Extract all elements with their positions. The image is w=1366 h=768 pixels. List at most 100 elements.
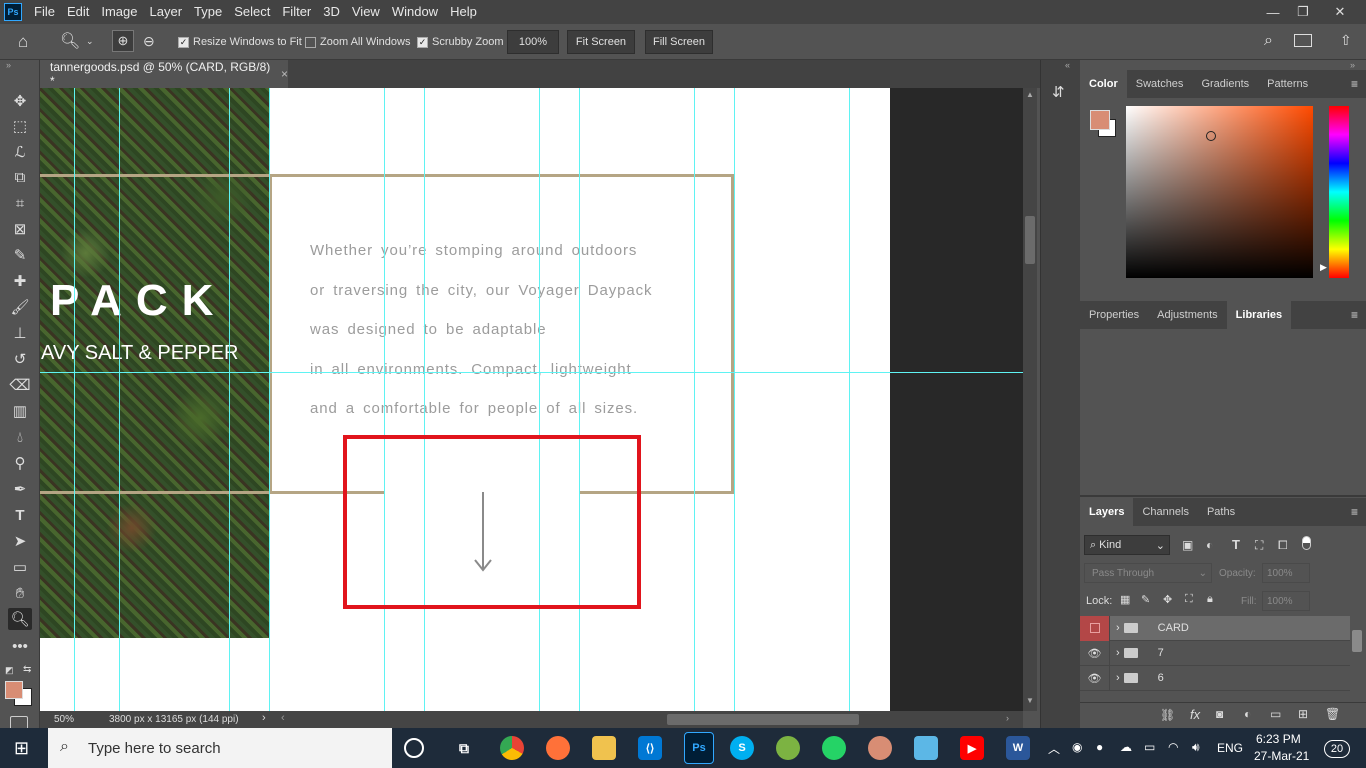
status-menu-chevron-icon[interactable]: › [262,712,266,724]
menu-help[interactable]: Help [444,0,483,24]
new-layer-icon[interactable]: ⊞ [1298,707,1308,721]
hue-slider[interactable] [1329,106,1349,278]
swap-colors-icon[interactable]: ⇆ [23,664,31,675]
pen-tool-icon[interactable]: ✒ [8,478,32,500]
expand-panels-icon[interactable]: « [1065,60,1070,70]
panel-menu-icon[interactable]: ≡ [1351,498,1366,526]
paint-icon[interactable] [868,736,892,760]
canvas-area[interactable]: PACK AVY SALT & PEPPER Whether you’re st… [40,88,1023,711]
eye-icon[interactable]: 👁︎ [1080,640,1110,666]
tab-properties[interactable]: Properties [1080,301,1148,329]
layer-name[interactable]: CARD [1158,622,1189,634]
dodge-tool-icon[interactable]: ⚲ [8,452,32,474]
wifi-icon[interactable]: ◠ [1168,740,1178,754]
lasso-tool-icon[interactable]: ℒ [8,141,32,163]
fx-icon[interactable]: fx [1190,707,1200,722]
collapse-icon[interactable]: » [6,60,11,70]
link-layers-icon[interactable]: ⛓ [1160,708,1175,722]
notes-icon[interactable] [914,736,938,760]
vertical-scrollbar[interactable]: ▲ ▼ [1023,88,1037,711]
tab-channels[interactable]: Channels [1133,498,1197,526]
lock-position-icon[interactable]: ✥ [1163,593,1172,606]
type-layer-filter-icon[interactable]: T [1232,537,1240,552]
color-picker-cursor[interactable] [1206,131,1216,141]
battery-icon[interactable]: ▭ [1144,740,1155,754]
chevron-down-icon[interactable]: ⌄ [86,36,94,47]
expand-chevron-icon[interactable]: › [1116,622,1120,634]
whatsapp-icon[interactable] [822,736,846,760]
opacity-field[interactable]: 100% [1262,563,1310,583]
menu-filter[interactable]: Filter [276,0,317,24]
scroll-right-icon[interactable]: › [1006,713,1009,723]
rectangle-tool-icon[interactable]: ▭ [8,556,32,578]
layer-row-7[interactable]: 👁︎ › 7 [1080,640,1350,666]
blend-mode-select[interactable]: Pass Through ⌄ [1084,563,1212,583]
color-field[interactable] [1126,106,1313,278]
close-button[interactable]: ✕ [1325,0,1355,24]
smart-object-filter-icon[interactable]: ⧠ [1278,538,1288,553]
vscode-icon[interactable]: ⟨⟩ [638,736,662,760]
tab-color[interactable]: Color [1080,70,1127,98]
zoom-value-field[interactable]: 100% [507,30,559,54]
healing-brush-tool-icon[interactable]: ✚ [8,270,32,292]
brush-tool-icon[interactable]: 🖌︎ [8,296,32,318]
lock-all-icon[interactable]: 🔒︎ [1207,593,1213,606]
type-tool-icon[interactable]: T [8,504,32,526]
tab-paths[interactable]: Paths [1198,498,1244,526]
scrubby-zoom-checkbox[interactable]: ✓ Scrubby Zoom [417,36,504,48]
layer-row-6[interactable]: 👁︎ › 6 [1080,665,1350,691]
fill-screen-button[interactable]: Fill Screen [645,30,713,54]
layer-filter-kind-select[interactable]: ⌕ Kind ⌄ [1084,535,1170,555]
firefox-icon[interactable] [546,736,570,760]
pixel-layer-filter-icon[interactable]: ▣ [1182,538,1193,552]
cortana-icon[interactable] [404,738,424,758]
panel-menu-icon[interactable]: ≡ [1351,70,1366,98]
adjustment-layer-icon[interactable]: ◐ [1244,707,1251,721]
document-tab[interactable]: tannergoods.psd @ 50% (CARD, RGB/8) * × [40,60,288,88]
frame-tool-icon[interactable]: ⊠ [8,218,32,240]
tab-libraries[interactable]: Libraries [1226,301,1292,329]
scroll-left-icon[interactable]: ‹ [281,712,285,724]
skype-icon[interactable]: S [730,736,754,760]
clock-date[interactable]: 27-Mar-21 [1254,749,1309,763]
file-explorer-icon[interactable] [592,736,616,760]
add-mask-icon[interactable]: ◙ [1216,707,1223,721]
chrome-icon[interactable] [500,736,524,760]
menu-select[interactable]: Select [228,0,276,24]
notification-badge[interactable]: 20 [1324,740,1350,758]
clock-time[interactable]: 6:23 PM [1256,732,1301,746]
workspace-icon[interactable] [1294,34,1312,47]
hand-tool-icon[interactable]: ✋︎ [8,582,32,604]
panel-menu-icon[interactable]: ≡ [1351,301,1366,329]
menu-type[interactable]: Type [188,0,228,24]
menu-edit[interactable]: Edit [61,0,95,24]
tray-icon[interactable]: ◉ [1072,740,1082,754]
youtube-icon[interactable]: ▶ [960,736,984,760]
tab-adjustments[interactable]: Adjustments [1148,301,1227,329]
word-icon[interactable]: W [1006,736,1030,760]
zoom-tool-preset-icon[interactable]: 🔍︎ [60,31,80,51]
restore-button[interactable]: ❐ [1288,0,1318,24]
status-zoom[interactable]: 50% [54,714,74,725]
more-tools-icon[interactable]: ••• [8,635,32,657]
expand-chevron-icon[interactable]: › [1116,647,1120,659]
move-tool-icon[interactable]: ✥ [8,90,32,112]
menu-image[interactable]: Image [95,0,143,24]
menu-3d[interactable]: 3D [317,0,346,24]
foreground-color-swatch[interactable] [5,681,23,699]
fill-field[interactable]: 100% [1262,591,1310,611]
blur-tool-icon[interactable]: 💧︎ [8,426,32,448]
gradient-tool-icon[interactable]: ▥ [8,400,32,422]
scroll-up-icon[interactable]: ▲ [1026,90,1034,99]
task-view-icon[interactable]: ⧉ [452,736,476,760]
home-icon[interactable]: ⌂ [18,32,28,52]
language-indicator[interactable]: ENG [1217,741,1243,755]
menu-view[interactable]: View [346,0,386,24]
hue-slider-handle-icon[interactable]: ▶ [1320,262,1327,273]
resize-windows-checkbox[interactable]: ✓ Resize Windows to Fit [178,36,302,48]
history-brush-tool-icon[interactable]: ↺ [8,348,32,370]
shape-layer-filter-icon[interactable]: ⛶ [1255,538,1263,553]
delete-layer-icon[interactable]: 🗑︎ [1325,707,1340,721]
zoom-out-icon[interactable]: ⊖ [143,33,155,50]
menu-file[interactable]: File [28,0,61,24]
